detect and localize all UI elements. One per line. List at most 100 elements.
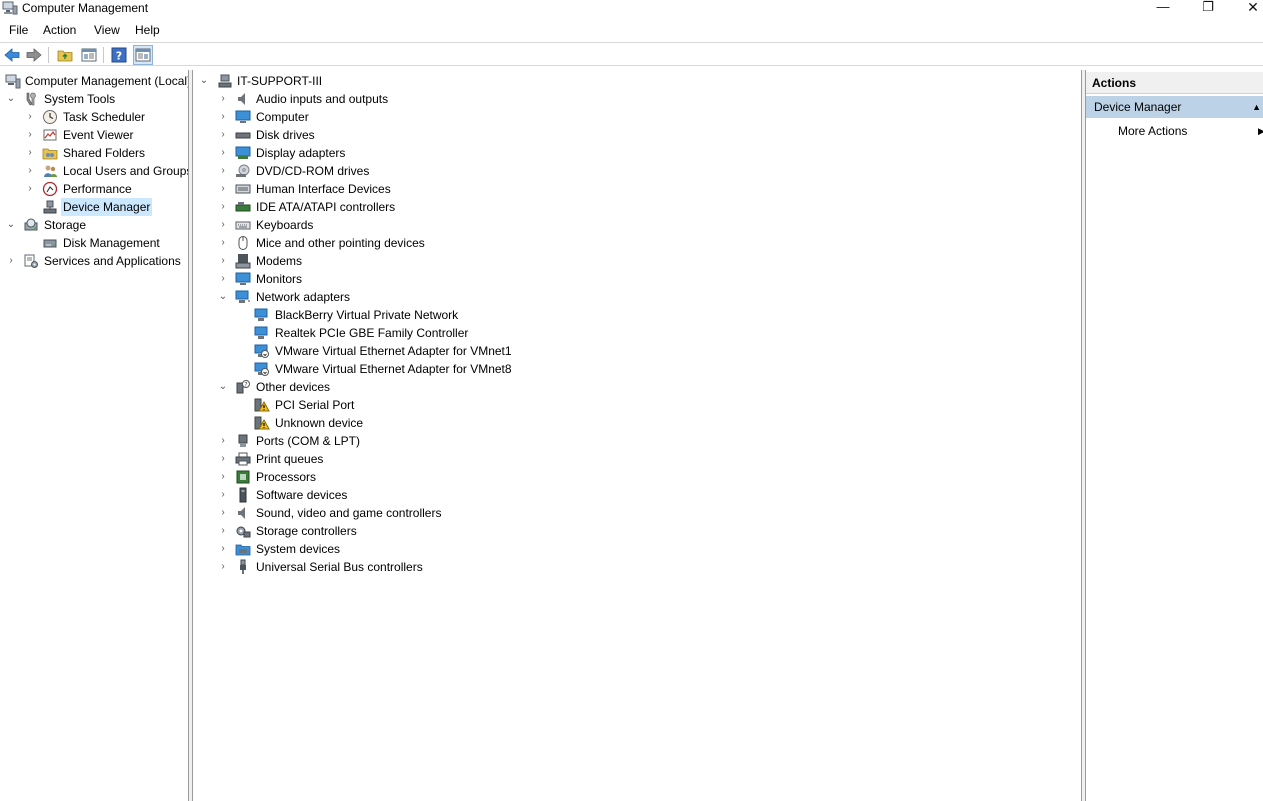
chevron-right-icon[interactable]: › — [218, 162, 228, 180]
device-category[interactable]: › Processors — [193, 468, 1081, 486]
tree-item-performance[interactable]: › Performance — [0, 180, 188, 198]
system-tools-icon — [26, 92, 36, 106]
chevron-down-icon[interactable]: ⌄ — [6, 216, 16, 234]
disabled-network-adapter-icon — [254, 362, 269, 376]
help-icon[interactable]: ? — [110, 46, 128, 64]
device-manager-icon — [43, 200, 57, 214]
device-category[interactable]: › Modems — [193, 252, 1081, 270]
tree-item-shared-folders[interactable]: › Shared Folders — [0, 144, 188, 162]
device-category[interactable]: › Computer — [193, 108, 1081, 126]
chevron-right-icon[interactable]: › — [218, 522, 228, 540]
show-hide-action-pane-icon[interactable] — [133, 45, 153, 65]
tree-item-services-applications[interactable]: › Services and Applications — [0, 252, 188, 270]
chevron-right-icon[interactable]: › — [218, 144, 228, 162]
chevron-right-icon[interactable]: › — [218, 126, 228, 144]
chevron-right-icon[interactable]: › — [218, 450, 228, 468]
device-category[interactable]: › DVD/CD-ROM drives — [193, 162, 1081, 180]
monitor-icon — [235, 272, 251, 285]
tree-root-computer-management[interactable]: Computer Management (Local) — [0, 72, 188, 90]
chevron-right-icon[interactable]: › — [218, 234, 228, 252]
chevron-right-icon[interactable]: › — [25, 180, 35, 198]
device-tree-root[interactable]: ⌄ IT-SUPPORT-III — [193, 72, 1081, 90]
software-device-icon — [239, 487, 247, 503]
device-item[interactable]: Unknown device — [193, 414, 1081, 432]
chevron-right-icon[interactable]: › — [25, 144, 35, 162]
device-category[interactable]: › Audio inputs and outputs — [193, 90, 1081, 108]
tree-item-local-users-groups[interactable]: › Local Users and Groups — [0, 162, 188, 180]
close-button[interactable]: ✕ — [1238, 0, 1263, 16]
chevron-right-icon[interactable]: › — [218, 504, 228, 522]
printer-icon — [235, 452, 251, 466]
device-item[interactable]: VMware Virtual Ethernet Adapter for VMne… — [193, 342, 1081, 360]
device-item[interactable]: Realtek PCIe GBE Family Controller — [193, 324, 1081, 342]
device-category[interactable]: › System devices — [193, 540, 1081, 558]
device-category[interactable]: › Sound, video and game controllers — [193, 504, 1081, 522]
device-category[interactable]: › Disk drives — [193, 126, 1081, 144]
chevron-right-icon[interactable]: › — [218, 486, 228, 504]
maximize-button[interactable]: ❐ — [1193, 0, 1223, 16]
chevron-right-icon[interactable]: › — [218, 540, 228, 558]
chevron-right-icon[interactable]: › — [25, 108, 35, 126]
chevron-down-icon[interactable]: ⌄ — [6, 90, 16, 108]
tree-item-disk-management[interactable]: Disk Management — [0, 234, 188, 252]
actions-section-device-manager[interactable]: Device Manager ▲ — [1086, 96, 1263, 118]
chevron-right-icon[interactable]: › — [218, 180, 228, 198]
device-category[interactable]: › Keyboards — [193, 216, 1081, 234]
more-actions-link[interactable]: More Actions — [1118, 122, 1187, 140]
chevron-right-icon[interactable]: › — [218, 198, 228, 216]
tree-item-system-tools[interactable]: ⌄ System Tools — [0, 90, 188, 108]
minimize-button[interactable]: — — [1148, 0, 1178, 16]
tree-label: Services and Applications — [44, 254, 181, 268]
device-category[interactable]: › Software devices — [193, 486, 1081, 504]
device-category[interactable]: › Monitors — [193, 270, 1081, 288]
tree-label: Event Viewer — [63, 128, 134, 142]
device-item-label: VMware Virtual Ethernet Adapter for VMne… — [275, 344, 512, 358]
device-item[interactable]: VMware Virtual Ethernet Adapter for VMne… — [193, 360, 1081, 378]
device-item[interactable]: PCI Serial Port — [193, 396, 1081, 414]
chevron-down-icon[interactable]: ⌄ — [218, 288, 228, 306]
device-category-label: Human Interface Devices — [256, 182, 391, 196]
tree-item-event-viewer[interactable]: › Event Viewer — [0, 126, 188, 144]
device-category[interactable]: › Print queues — [193, 450, 1081, 468]
chevron-right-icon[interactable]: › — [25, 162, 35, 180]
device-item[interactable]: BlackBerry Virtual Private Network — [193, 306, 1081, 324]
chevron-right-icon[interactable]: › — [218, 432, 228, 450]
chevron-right-icon[interactable]: › — [25, 126, 35, 144]
chevron-right-icon[interactable]: › — [218, 108, 228, 126]
chevron-right-icon[interactable]: › — [218, 558, 228, 576]
forward-icon[interactable] — [25, 46, 43, 64]
tree-item-storage[interactable]: ⌄ Storage — [0, 216, 188, 234]
chevron-right-icon[interactable]: › — [218, 216, 228, 234]
device-category[interactable]: › Display adapters — [193, 144, 1081, 162]
device-category[interactable]: › Universal Serial Bus controllers — [193, 558, 1081, 576]
device-category[interactable]: › Ports (COM & LPT) — [193, 432, 1081, 450]
back-icon[interactable] — [3, 46, 21, 64]
chevron-right-icon[interactable]: › — [218, 468, 228, 486]
device-category-label: Computer — [256, 110, 309, 124]
chevron-right-icon[interactable]: › — [218, 90, 228, 108]
chevron-right-icon[interactable]: › — [6, 252, 16, 270]
chevron-down-icon[interactable]: ⌄ — [218, 378, 228, 396]
device-category[interactable]: › Human Interface Devices — [193, 180, 1081, 198]
device-category[interactable]: › Storage controllers — [193, 522, 1081, 540]
chevron-down-icon[interactable]: ⌄ — [199, 72, 209, 90]
device-category[interactable]: › Mice and other pointing devices — [193, 234, 1081, 252]
menu-file[interactable]: File — [9, 22, 28, 38]
up-folder-icon[interactable] — [56, 46, 74, 64]
submenu-arrow-icon: ▶ — [1258, 126, 1263, 136]
menu-view[interactable]: View — [94, 22, 120, 38]
menu-action[interactable]: Action — [43, 22, 76, 38]
tree-label: Task Scheduler — [63, 110, 146, 124]
warning-device-icon — [254, 416, 270, 430]
collapse-arrow-icon[interactable]: ▲ — [1252, 96, 1261, 118]
chevron-right-icon[interactable]: › — [218, 252, 228, 270]
tree-item-device-manager[interactable]: Device Manager — [0, 198, 188, 216]
device-category-network-adapters[interactable]: ⌄ Network adapters — [193, 288, 1081, 306]
device-category[interactable]: › IDE ATA/ATAPI controllers — [193, 198, 1081, 216]
menu-help[interactable]: Help — [135, 22, 160, 38]
toolbar: ? — [0, 42, 1263, 66]
tree-item-task-scheduler[interactable]: › Task Scheduler — [0, 108, 188, 126]
chevron-right-icon[interactable]: › — [218, 270, 228, 288]
show-hide-tree-icon[interactable] — [80, 46, 98, 64]
device-category-other-devices[interactable]: ⌄ ? Other devices — [193, 378, 1081, 396]
